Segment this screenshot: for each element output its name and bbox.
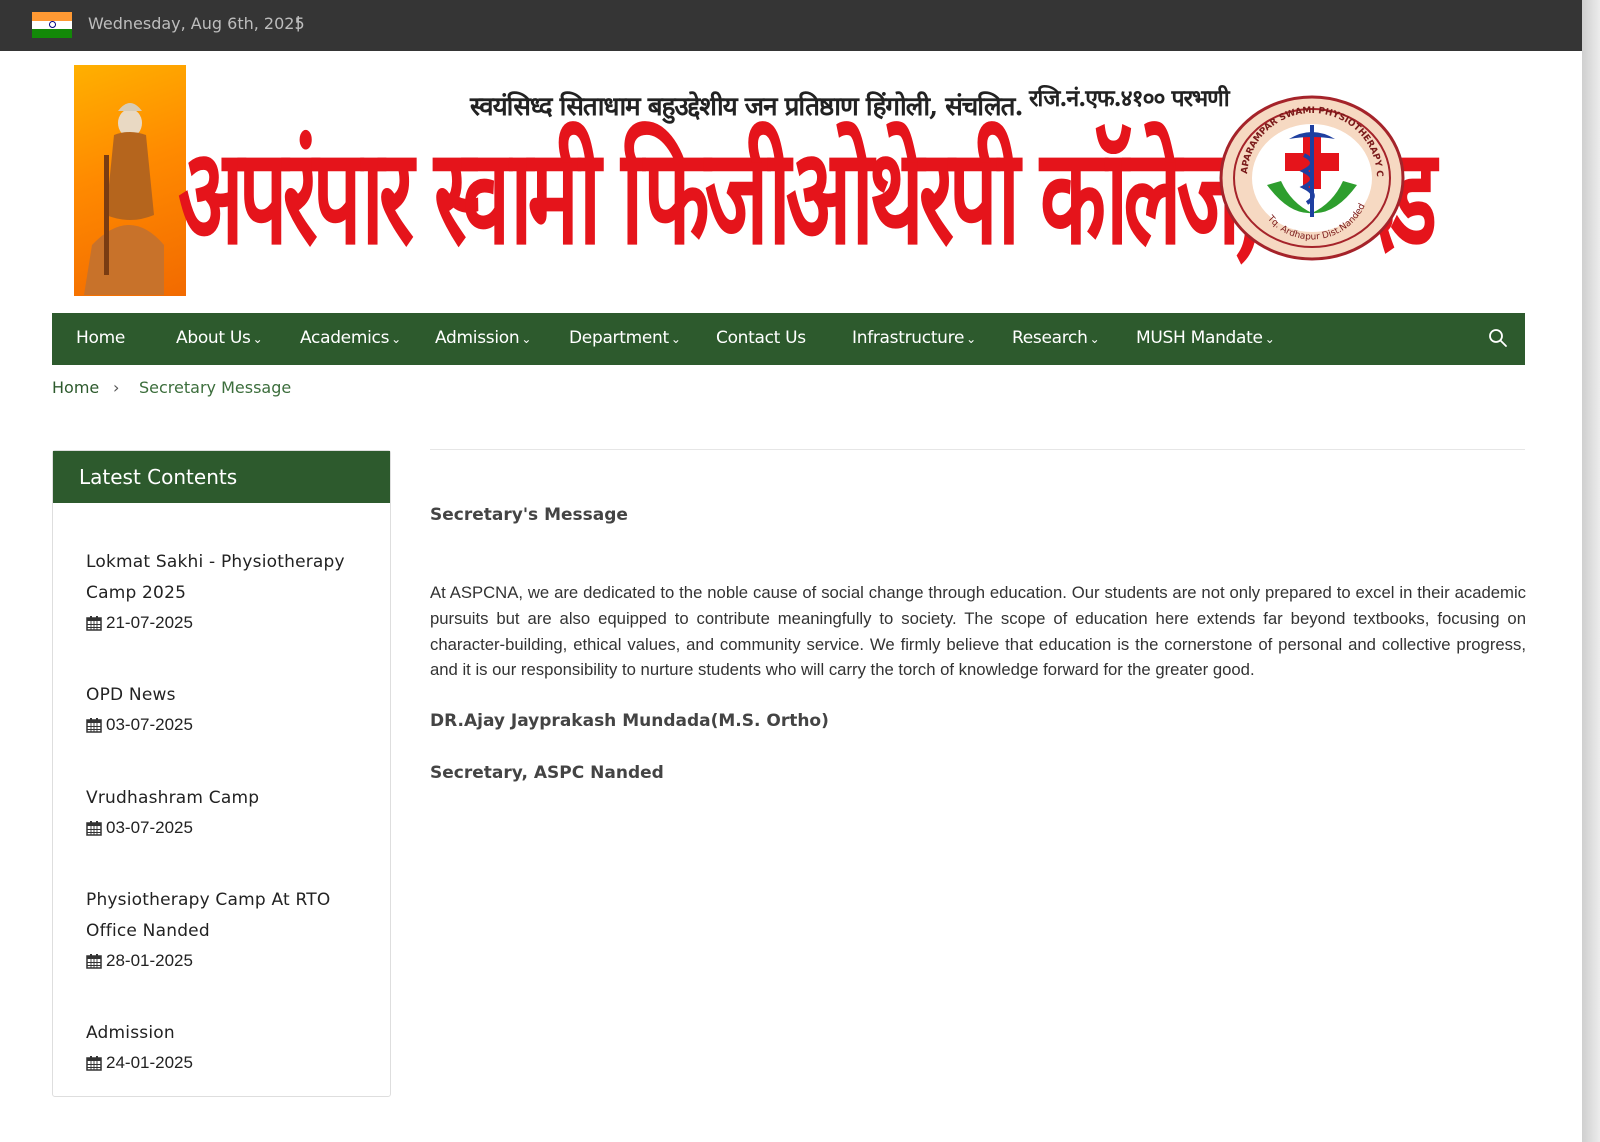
message-body: At ASPCNA, we are dedicated to the noble… bbox=[430, 583, 1526, 680]
post-title-link[interactable]: Vrudhashram Camp bbox=[86, 783, 366, 814]
chevron-down-icon: ⌄ bbox=[521, 332, 532, 346]
post-date: 24-01-2025 bbox=[86, 1053, 366, 1073]
nav-item-home[interactable]: Home bbox=[76, 328, 125, 348]
widget-title: Latest Contents bbox=[79, 465, 238, 489]
college-banner[interactable]: स्वयंसिध्द सिताधाम बहुउद्देशीय जन प्रतिष… bbox=[74, 63, 1437, 298]
secretary-role: Secretary, ASPC Nanded bbox=[430, 763, 664, 783]
calendar-icon bbox=[86, 954, 102, 969]
page: Wednesday, Aug 6th, 2025 | स्वयंसिध्द सि… bbox=[0, 0, 1582, 1142]
current-date: Wednesday, Aug 6th, 2025 bbox=[88, 14, 305, 33]
breadcrumb-separator: › bbox=[113, 378, 120, 397]
chevron-down-icon: ⌄ bbox=[1089, 332, 1100, 346]
nav-item-admission[interactable]: Admission ⌄ bbox=[435, 328, 531, 348]
post-date: 03-07-2025 bbox=[86, 715, 366, 735]
college-seal-logo: APARAMPAR SWAMI PHYSIOTHERAPY COLLEGE, J… bbox=[1219, 95, 1405, 261]
list-item: OPD News 03-07-2025 bbox=[86, 680, 366, 735]
saint-portrait bbox=[74, 65, 186, 296]
banner-registration: रजि.नं.एफ.४१०० परभणी bbox=[1029, 85, 1230, 112]
nav-item-about-us[interactable]: About Us ⌄ bbox=[176, 328, 263, 348]
search-icon[interactable] bbox=[1488, 328, 1508, 348]
nav-item-academics[interactable]: Academics ⌄ bbox=[300, 328, 401, 348]
calendar-icon bbox=[86, 821, 102, 836]
post-date: 28-01-2025 bbox=[86, 951, 366, 971]
calendar-icon bbox=[86, 718, 102, 733]
message-heading: Secretary's Message bbox=[430, 505, 628, 525]
nav-item-department[interactable]: Department ⌄ bbox=[569, 328, 681, 348]
chevron-down-icon: ⌄ bbox=[670, 332, 681, 346]
post-title-link[interactable]: Admission bbox=[86, 1018, 366, 1049]
calendar-icon bbox=[86, 1056, 102, 1071]
post-date: 03-07-2025 bbox=[86, 818, 366, 838]
secretary-name: DR.Ajay Jayprakash Mundada(M.S. Ortho) bbox=[430, 711, 829, 731]
nav-item-research[interactable]: Research ⌄ bbox=[1012, 328, 1100, 348]
nav-item-contact-us[interactable]: Contact Us bbox=[716, 328, 806, 348]
topbar-separator: | bbox=[296, 13, 301, 32]
post-title-link[interactable]: OPD News bbox=[86, 680, 366, 711]
post-title-link[interactable]: Lokmat Sakhi - Physiotherapy Camp 2025 bbox=[86, 547, 366, 609]
banner-subtitle: स्वयंसिध्द सिताधाम बहुउद्देशीय जन प्रतिष… bbox=[470, 92, 1024, 122]
widget-header: Latest Contents bbox=[53, 451, 390, 503]
chevron-down-icon: ⌄ bbox=[1264, 332, 1275, 346]
page-scrollbar-gutter bbox=[1582, 0, 1600, 1142]
list-item: Vrudhashram Camp 03-07-2025 bbox=[86, 783, 366, 838]
list-item: Lokmat Sakhi - Physiotherapy Camp 2025 2… bbox=[86, 547, 366, 633]
latest-contents-widget: Latest Contents Lokmat Sakhi - Physiothe… bbox=[52, 450, 391, 1097]
nav-item-mush-mandate[interactable]: MUSH Mandate ⌄ bbox=[1136, 328, 1275, 348]
breadcrumb-current: Secretary Message bbox=[139, 378, 292, 397]
top-bar: Wednesday, Aug 6th, 2025 | bbox=[0, 0, 1582, 51]
india-flag-icon bbox=[32, 12, 72, 38]
chevron-down-icon: ⌄ bbox=[391, 332, 401, 346]
list-item: Physiotherapy Camp At RTO Office Nanded … bbox=[86, 885, 366, 971]
chevron-down-icon: ⌄ bbox=[252, 332, 263, 346]
nav-item-infrastructure[interactable]: Infrastructure ⌄ bbox=[852, 328, 976, 348]
content-divider bbox=[430, 449, 1525, 450]
list-item: Admission 24-01-2025 bbox=[86, 1018, 366, 1073]
post-date: 21-07-2025 bbox=[86, 613, 366, 633]
chevron-down-icon: ⌄ bbox=[966, 332, 976, 346]
breadcrumb-home[interactable]: Home bbox=[52, 378, 99, 397]
post-title-link[interactable]: Physiotherapy Camp At RTO Office Nanded bbox=[86, 885, 366, 947]
main-navigation: Home About Us ⌄ Academics ⌄ Admission ⌄ Dep… bbox=[52, 313, 1525, 365]
calendar-icon bbox=[86, 616, 102, 631]
